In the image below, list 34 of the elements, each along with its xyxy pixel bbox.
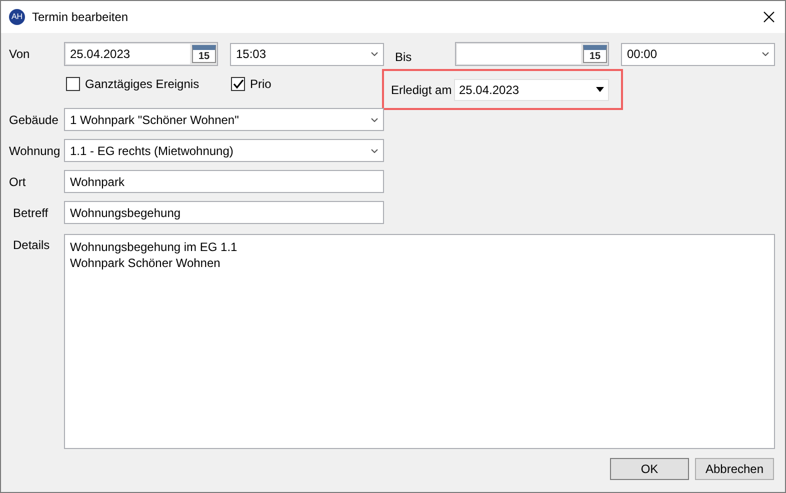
time-combo[interactable]: 15:03 [230, 42, 384, 66]
field-label: Betreff [12, 204, 50, 222]
chevron-down-icon [371, 52, 378, 56]
time-combo[interactable]: 00:00 [621, 42, 775, 66]
chevron-down-icon [371, 148, 378, 152]
close-button[interactable] [761, 9, 777, 25]
window-title: Termin bearbeiten [32, 9, 128, 26]
field-label: Gebäude [9, 112, 60, 128]
cancel-button[interactable]: Abbrechen [695, 458, 774, 480]
bis-label: Bis [395, 49, 413, 66]
details-textarea[interactable]: Wohnungsbegehung im EG 1.1 Wohnpark Schöner Wohnen [64, 234, 775, 449]
details-label: Details [12, 237, 51, 254]
field-label: Ort [9, 174, 27, 190]
chevron-down-icon [762, 52, 769, 56]
date-dropdown[interactable]: 25.04.2023 [454, 78, 609, 100]
dropdown-field[interactable]: 1 Wohnpark "Schöner Wohnen" [64, 108, 384, 131]
caret-icon [596, 87, 604, 92]
erledigt-label: Erledigt am [391, 82, 452, 98]
checkbox-option[interactable]: Prio [231, 75, 272, 93]
dropdown-field[interactable]: 1.1 - EG rechts (Mietwohnung) [64, 139, 384, 162]
date-field[interactable]: 25.04.2023 15 [64, 42, 218, 66]
calendar-button[interactable]: 15 [583, 45, 607, 63]
field-label: Wohnung [9, 142, 62, 160]
calendar-button[interactable]: 15 [192, 45, 216, 63]
chevron-down-icon [371, 118, 378, 122]
checkbox-option[interactable]: Ganztägiges Ereignis [66, 75, 231, 93]
von-label: Von [9, 46, 31, 63]
date-field[interactable]: 15 [455, 42, 609, 66]
text-field[interactable]: Wohnungsbegehung [64, 201, 384, 224]
ok-button[interactable]: OK [610, 458, 689, 480]
checkbox[interactable] [66, 77, 80, 91]
app-icon: AH [9, 9, 25, 25]
text-field[interactable]: Wohnpark [64, 170, 384, 193]
checkbox[interactable] [231, 77, 245, 91]
